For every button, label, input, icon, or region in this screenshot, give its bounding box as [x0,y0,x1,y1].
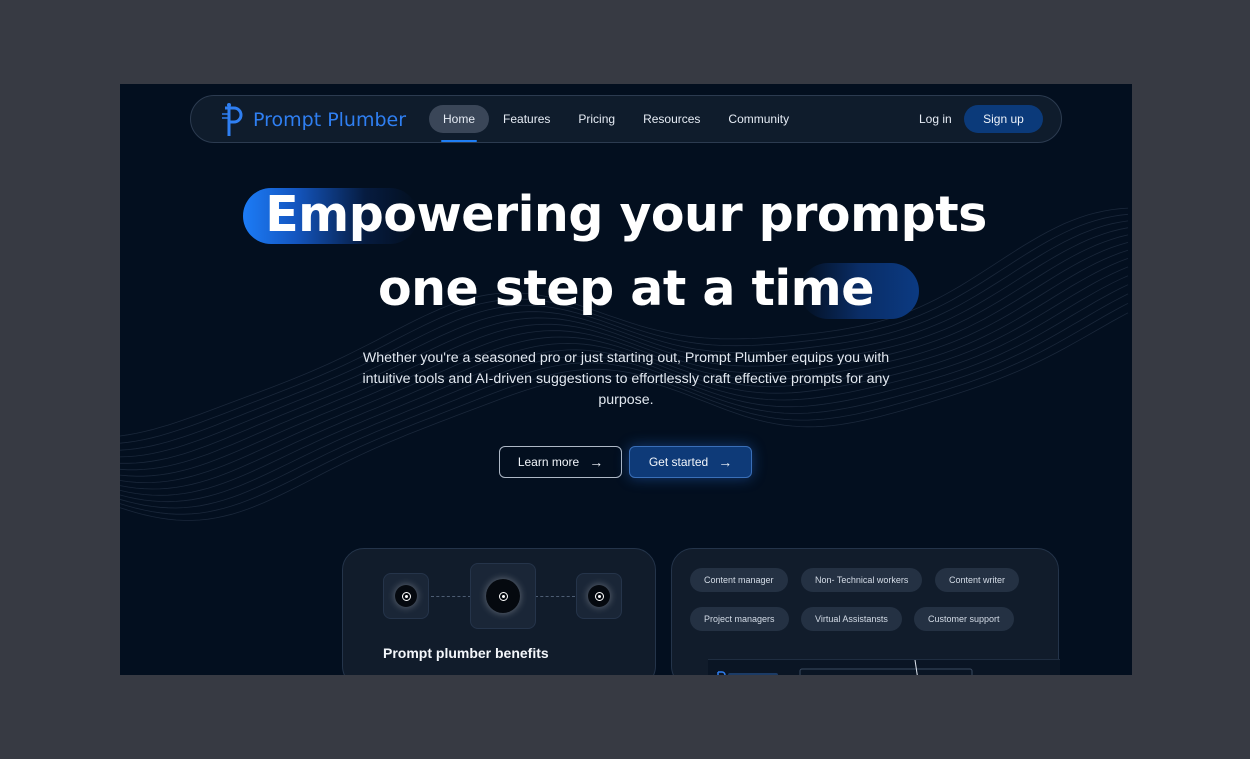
brand-name: Prompt Plumber [253,109,407,131]
app-preview-strip [708,659,1060,675]
audience-tag[interactable]: Customer support [914,607,1014,631]
benefits-card: Prompt plumber benefits [342,548,656,675]
top-navbar: Prompt Plumber Home Features Pricing Res… [190,95,1062,143]
workflow-node [576,573,622,619]
connector-line [535,596,575,597]
nav-item-community[interactable]: Community [714,105,803,133]
audience-tag[interactable]: Project managers [690,607,789,631]
brand-logo[interactable]: Prompt Plumber [219,102,406,138]
learn-more-label: Learn more [517,455,580,469]
node-dot-icon [395,585,417,607]
arrow-right-icon: → [718,454,733,470]
get-started-button[interactable]: Get started → [629,446,752,478]
audience-card: Content manager Non- Technical workers C… [671,548,1060,675]
landing-page: Prompt Plumber Home Features Pricing Res… [120,84,1132,675]
audience-tag[interactable]: Non- Technical workers [801,568,923,592]
workflow-node [383,573,429,619]
node-dot-icon [486,579,520,613]
hero-description: Whether you're a seasoned pro or just st… [362,350,890,408]
hero-headline-line-2: one step at a time [378,260,874,317]
node-dot-icon [588,585,610,607]
benefits-card-title: Prompt plumber benefits [383,645,549,661]
hero-headline-line-1: Empowering your prompts [265,186,987,243]
nav-item-features[interactable]: Features [489,105,564,133]
app-preview-graphic [717,659,973,675]
nav-links: Home Features Pricing Resources Communit… [429,104,803,142]
nav-item-resources[interactable]: Resources [629,105,714,133]
arrow-right-icon: → [589,454,604,470]
learn-more-button[interactable]: Learn more → [499,446,622,478]
workflow-node-main [470,563,536,629]
nav-item-home[interactable]: Home [429,105,490,142]
signup-button[interactable]: Sign up [964,105,1043,133]
audience-tag[interactable]: Content manager [690,568,788,592]
audience-tag[interactable]: Virtual Assistansts [801,607,902,631]
audience-tag[interactable]: Content writer [935,568,1020,592]
plumber-logo-icon [222,103,243,136]
get-started-label: Get started [648,455,709,469]
wave-line [120,312,1129,521]
login-link[interactable]: Log in [919,112,952,126]
connector-line [431,596,471,597]
nav-item-pricing[interactable]: Pricing [564,105,629,133]
wave-line [120,220,1129,451]
